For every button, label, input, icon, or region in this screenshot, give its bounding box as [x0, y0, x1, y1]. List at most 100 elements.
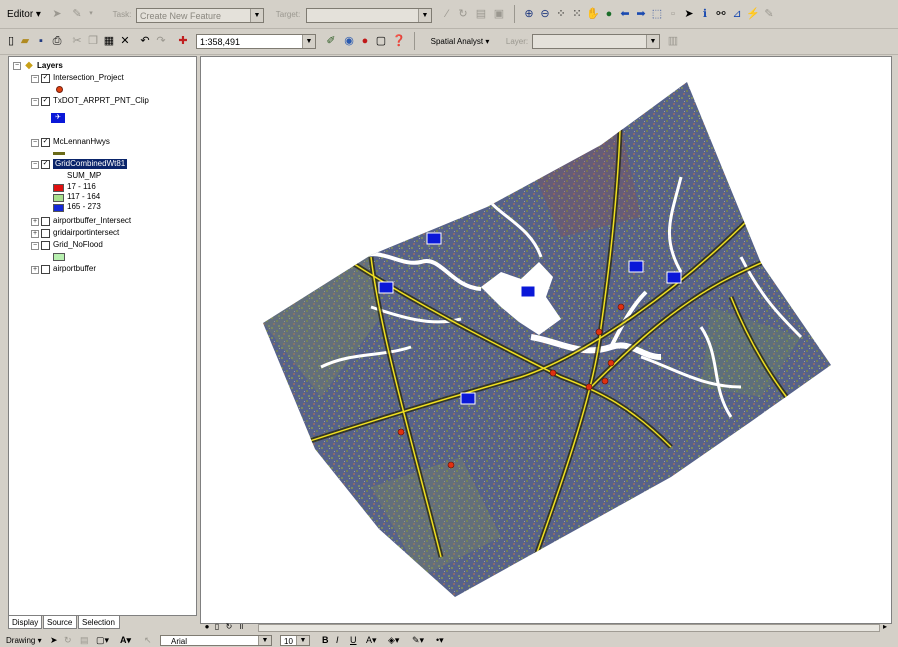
layer-expand-toggle[interactable]: −	[31, 242, 39, 250]
save-icon[interactable]: ▪	[34, 34, 48, 48]
map-canvas[interactable]	[201, 57, 892, 624]
layer-name[interactable]: gridairportintersect	[53, 228, 119, 238]
scroll-right-icon[interactable]: ▸	[880, 622, 890, 632]
tab-display[interactable]: Display	[8, 616, 42, 629]
print-icon[interactable]: ⎙	[50, 34, 64, 48]
layer-expand-toggle[interactable]: −	[31, 98, 39, 106]
undo-icon[interactable]: ↶	[138, 34, 152, 48]
layer-name[interactable]: airportbuffer_Intersect	[53, 216, 131, 226]
sketch-properties-icon[interactable]: ▣	[492, 7, 506, 21]
forward-extent-icon[interactable]: ➡	[634, 7, 648, 21]
layer-name-selected[interactable]: GridCombinedWt81	[53, 159, 128, 169]
paste-icon[interactable]: ▦	[102, 34, 116, 48]
pause-drawing-icon[interactable]: ॥	[236, 622, 246, 632]
horizontal-scrollbar[interactable]	[258, 624, 880, 632]
font-size-dropdown[interactable]: 10 ▼	[280, 635, 310, 646]
attributes-icon[interactable]: ▤	[474, 7, 488, 21]
editor-toolbar-icon[interactable]: ✐	[324, 34, 338, 48]
histogram-icon[interactable]: ▥	[666, 34, 680, 48]
layer-visibility-checkbox[interactable]: ✓	[41, 97, 50, 106]
zoom-to-selected-icon[interactable]: ▤	[80, 635, 89, 646]
marker-color-icon[interactable]: •▾	[436, 635, 444, 646]
chevron-down-icon[interactable]: ▼	[302, 35, 315, 48]
layer-visibility-checkbox[interactable]	[41, 265, 50, 274]
layer-name[interactable]: TxDOT_ARPRT_PNT_Clip	[53, 96, 149, 106]
edit-vertices-icon[interactable]: ↖	[144, 635, 152, 646]
layer-name[interactable]: McLennanHwys	[53, 137, 110, 147]
chevron-down-icon[interactable]: ▼	[296, 636, 309, 645]
fixed-zoom-in-icon[interactable]: ⁘	[554, 7, 568, 21]
open-folder-icon[interactable]: ▰	[18, 34, 32, 48]
font-color-button[interactable]: A▾	[366, 635, 377, 646]
map-scale-dropdown[interactable]: 1:358,491 ▼	[196, 34, 316, 49]
full-extent-globe-icon[interactable]: ●	[602, 7, 616, 21]
target-dropdown[interactable]: ▼	[306, 8, 432, 23]
find-binoculars-icon[interactable]: ⚯	[714, 7, 728, 21]
layer-expand-toggle[interactable]: +	[31, 266, 39, 274]
layer-name[interactable]: airportbuffer	[53, 264, 96, 274]
identify-icon[interactable]: ℹ	[698, 7, 712, 21]
zoom-out-icon[interactable]: ⊖	[538, 7, 552, 21]
layer-visibility-checkbox[interactable]: ✓	[41, 74, 50, 83]
cut-icon[interactable]: ✂	[70, 34, 84, 48]
layer-expand-toggle[interactable]: +	[31, 230, 39, 238]
layer-visibility-checkbox[interactable]: ✓	[41, 138, 50, 147]
add-data-icon[interactable]: ✚	[176, 34, 190, 48]
collapse-layers-toggle[interactable]: −	[13, 62, 21, 70]
catalog-icon[interactable]: ▢	[374, 34, 388, 48]
redo-icon[interactable]: ↷	[154, 34, 168, 48]
whats-this-help-icon[interactable]: ❓	[392, 34, 406, 48]
measure-icon[interactable]: ⊿	[730, 7, 744, 21]
chevron-down-icon[interactable]: ▼	[250, 9, 263, 22]
layer-visibility-checkbox[interactable]	[41, 217, 50, 226]
select-features-icon[interactable]: ⬚	[650, 7, 664, 21]
clear-selection-icon[interactable]: ▫	[666, 7, 680, 21]
delete-icon[interactable]: ✕	[118, 34, 132, 48]
chevron-down-icon[interactable]: ▼	[258, 636, 271, 645]
layer-expand-toggle[interactable]: −	[31, 139, 39, 147]
map-view[interactable]	[200, 56, 892, 624]
layer-visibility-checkbox[interactable]: ✓	[41, 160, 50, 169]
fill-color-icon[interactable]: ◈▾	[388, 635, 399, 646]
layout-view-icon[interactable]: ▯	[212, 622, 222, 632]
edit-tool-icon[interactable]: ➤	[50, 7, 64, 21]
refresh-icon[interactable]: ↻	[224, 622, 234, 632]
rectangle-tool-icon[interactable]: ▢▾	[96, 635, 109, 646]
underline-button[interactable]: U	[350, 635, 357, 646]
data-frame-name[interactable]: Layers	[37, 61, 63, 71]
layer-expand-toggle[interactable]: −	[31, 75, 39, 83]
rotate-tool-icon[interactable]: ↻	[456, 7, 470, 21]
tab-selection[interactable]: Selection	[78, 616, 120, 629]
fixed-zoom-out-icon[interactable]: ⁙	[570, 7, 584, 21]
select-elements-icon[interactable]: ➤	[50, 635, 58, 646]
pan-hand-icon[interactable]: ✋	[586, 7, 600, 21]
hyperlink-icon[interactable]: ⚡	[746, 7, 760, 21]
data-view-icon[interactable]: ●	[202, 622, 212, 632]
italic-button[interactable]: I	[336, 635, 339, 646]
font-dropdown[interactable]: Arial ▼	[160, 635, 272, 646]
sketch-tool-icon[interactable]: ✎	[70, 7, 84, 21]
drawing-menu[interactable]: Drawing ▾	[6, 635, 42, 646]
layer-visibility-checkbox[interactable]	[41, 229, 50, 238]
chevron-down-icon[interactable]: ▼	[646, 35, 659, 48]
zoom-in-icon[interactable]: ⊕	[522, 7, 536, 21]
command-line-icon[interactable]: ●	[358, 34, 372, 48]
layer-name[interactable]: Grid_NoFlood	[53, 240, 103, 250]
copy-icon[interactable]: ❐	[86, 34, 100, 48]
layer-name[interactable]: Intersection_Project	[53, 73, 124, 83]
select-elements-arrow-icon[interactable]: ➤	[682, 7, 696, 21]
task-dropdown[interactable]: Create New Feature ▼	[136, 8, 264, 23]
split-tool-icon[interactable]: ⁄	[440, 7, 454, 21]
layer-expand-toggle[interactable]: +	[31, 218, 39, 226]
analysis-layer-dropdown[interactable]: ▼	[532, 34, 660, 49]
layer-expand-toggle[interactable]: −	[31, 161, 39, 169]
chevron-down-icon[interactable]: ▼	[418, 9, 431, 22]
rotate-icon[interactable]: ↻	[64, 635, 72, 646]
sketch-dropdown-icon[interactable]: ▾	[84, 7, 98, 21]
back-extent-icon[interactable]: ⬅	[618, 7, 632, 21]
arctoolbox-icon[interactable]: ◉	[342, 34, 356, 48]
tab-source[interactable]: Source	[43, 616, 77, 629]
spatial-analyst-menu[interactable]: Spatial Analyst ▾	[420, 33, 500, 49]
line-color-icon[interactable]: ✎▾	[412, 635, 424, 646]
new-document-icon[interactable]: ▯	[4, 34, 18, 48]
